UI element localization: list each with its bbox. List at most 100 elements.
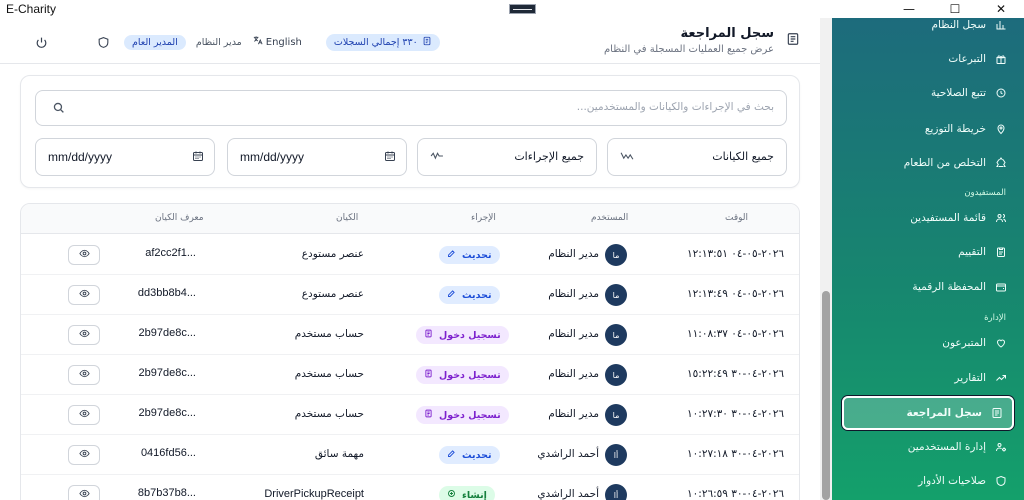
row-time: ٢٠٢٦-٠٤-٣٠ ١٥:٢٢:٤٩ <box>687 368 784 380</box>
language-label: English <box>265 36 302 48</box>
audit-table: الوقت المستخدم الإجراء الكيان معرف الكيا… <box>20 203 800 500</box>
eye-icon <box>78 328 90 342</box>
map-pin-icon <box>994 122 1008 136</box>
filter-icon <box>620 150 634 165</box>
log-icon <box>990 406 1004 420</box>
log-icon <box>784 32 800 48</box>
actions-select[interactable]: جميع الإجراءات <box>417 138 597 176</box>
column-entity-id: معرف الكيان <box>155 213 204 223</box>
row-entity-id: 0416fd56... <box>140 447 196 459</box>
clock-icon <box>994 86 1008 100</box>
action-badge: تحديث <box>439 246 500 264</box>
document-icon <box>424 369 433 381</box>
view-details-button[interactable] <box>68 365 100 385</box>
sidebar-item[interactable]: سجل النظام <box>832 18 1024 42</box>
row-entity: حساب مستخدم <box>294 408 364 420</box>
avatar: ما <box>605 324 627 346</box>
sidebar-item[interactable]: التبرعات <box>832 42 1024 76</box>
app-title: E-Charity <box>6 2 57 16</box>
filter-panel: بحث في الإجراءات والكيانات والمستخدمين..… <box>20 75 800 188</box>
main-scrollbar[interactable] <box>820 18 832 500</box>
records-count-badge: ٣٣٠ إجمالي السجلات <box>325 33 440 51</box>
view-details-button[interactable] <box>68 485 100 500</box>
action-badge: تحديث <box>439 286 500 304</box>
sidebar-item[interactable]: التقارير <box>832 361 1024 395</box>
sidebar-item[interactable]: قائمة المستفيدين <box>832 201 1024 235</box>
date-from-value: mm/dd/yyyy <box>48 150 113 164</box>
search-input[interactable]: بحث في الإجراءات والكيانات والمستخدمين..… <box>35 90 787 126</box>
trend-icon <box>994 371 1008 385</box>
users-icon <box>994 211 1008 225</box>
action-label: تسجيل دخول <box>439 369 501 381</box>
date-from-field[interactable]: mm/dd/yyyy <box>35 138 215 176</box>
actions-select-value: جميع الإجراءات <box>514 150 584 163</box>
row-user: أحمد الراشدي <box>537 488 599 500</box>
document-icon <box>424 409 433 421</box>
window-titlebar: E-Charity — ☐ ✕ <box>0 0 1024 18</box>
header-actions: المدير العام مدير النظام English ٣٣٠ إجم… <box>30 32 440 52</box>
sidebar-item[interactable]: تتبع الصلاحية <box>832 76 1024 110</box>
eye-icon <box>78 448 90 462</box>
row-user: مدير النظام <box>548 248 599 260</box>
row-time: ٢٠٢٦-٠٤-٣٠ ١٠:٢٦:٥٩ <box>687 488 784 500</box>
sidebar-item[interactable]: التخلص من الطعام <box>832 146 1024 180</box>
row-entity: عنصر مستودع <box>301 248 364 260</box>
row-time: ٢٠٢٦-٠٥-٠٤ ١٢:١٣:٥١ <box>687 248 784 260</box>
view-details-button[interactable] <box>68 405 100 425</box>
eye-icon <box>78 408 90 422</box>
sidebar-item[interactable]: إدارة المستخدمين <box>832 430 1024 464</box>
view-details-button[interactable] <box>68 285 100 305</box>
avatar: أا <box>605 484 627 500</box>
sidebar: سجل النظام التبرعات تتبع الصلاحية خريطة الت… <box>832 18 1024 500</box>
avatar: ما <box>605 284 627 306</box>
eye-icon <box>78 368 90 382</box>
sidebar-item[interactable]: المحفظة الرقمية <box>832 270 1024 304</box>
page-subtitle: عرض جميع العمليات المسجلة في النظام <box>603 44 774 55</box>
entities-select[interactable]: جميع الكيانات <box>607 138 787 176</box>
minimize-button[interactable]: — <box>886 0 932 18</box>
language-toggle[interactable]: English <box>252 35 302 49</box>
sidebar-item[interactable]: صلاحيات الأدوار <box>832 464 1024 498</box>
view-details-button[interactable] <box>68 245 100 265</box>
sidebar-section-label: الإدارة <box>984 313 1006 323</box>
action-label: تحديث <box>462 289 492 301</box>
shield-icon <box>994 474 1008 488</box>
table-row: ٢٠٢٦-٠٥-٠٤ ١٢:١٣:٤٩ ما مدير النظام تحديث عنص… <box>21 275 799 315</box>
row-time: ٢٠٢٦-٠٤-٣٠ ١٠:٢٧:١٨ <box>687 448 784 460</box>
pencil-icon <box>447 249 456 261</box>
row-entity: عنصر مستودع <box>301 288 364 300</box>
eye-icon <box>78 288 90 302</box>
recycle-icon <box>994 156 1008 170</box>
sidebar-item[interactable]: سجل المراجعة <box>842 396 1014 430</box>
view-details-button[interactable] <box>68 445 100 465</box>
sidebar-item[interactable]: خريطة التوزيع <box>832 112 1024 146</box>
window-controls: — ☐ ✕ <box>886 0 1024 18</box>
page-title: سجل المراجعة <box>680 26 774 41</box>
close-button[interactable]: ✕ <box>978 0 1024 18</box>
view-details-button[interactable] <box>68 325 100 345</box>
column-entity: الكيان <box>336 213 359 223</box>
row-entity-id: 8b7b37b8... <box>137 487 196 499</box>
calendar-icon[interactable] <box>384 150 396 165</box>
date-to-field[interactable]: mm/dd/yyyy <box>227 138 407 176</box>
eye-icon <box>78 488 90 500</box>
sidebar-item-label: تتبع الصلاحية <box>931 87 986 99</box>
sidebar-section-label: المستفيدون <box>964 188 1006 198</box>
sidebar-item-label: إدارة المستخدمين <box>907 441 986 453</box>
clipboard-icon <box>994 245 1008 259</box>
entities-select-value: جميع الكيانات <box>712 150 774 163</box>
maximize-button[interactable]: ☐ <box>932 0 978 18</box>
calendar-icon[interactable] <box>192 150 204 165</box>
window-indicator <box>509 4 536 14</box>
row-entity: DriverPickupReceipt <box>264 488 364 500</box>
avatar: أا <box>605 444 627 466</box>
sidebar-item-label: المتبرعون <box>942 337 986 349</box>
avatar: ما <box>605 404 627 426</box>
records-count-text: ٣٣٠ إجمالي السجلات <box>333 36 418 48</box>
sidebar-item[interactable]: التقييم <box>832 235 1024 269</box>
power-icon[interactable] <box>30 32 52 52</box>
shield-icon[interactable] <box>92 32 114 52</box>
scrollbar-thumb[interactable] <box>822 291 830 500</box>
sidebar-item[interactable]: المتبرعون <box>832 326 1024 360</box>
row-entity-id: 2b97de8c... <box>138 407 197 419</box>
